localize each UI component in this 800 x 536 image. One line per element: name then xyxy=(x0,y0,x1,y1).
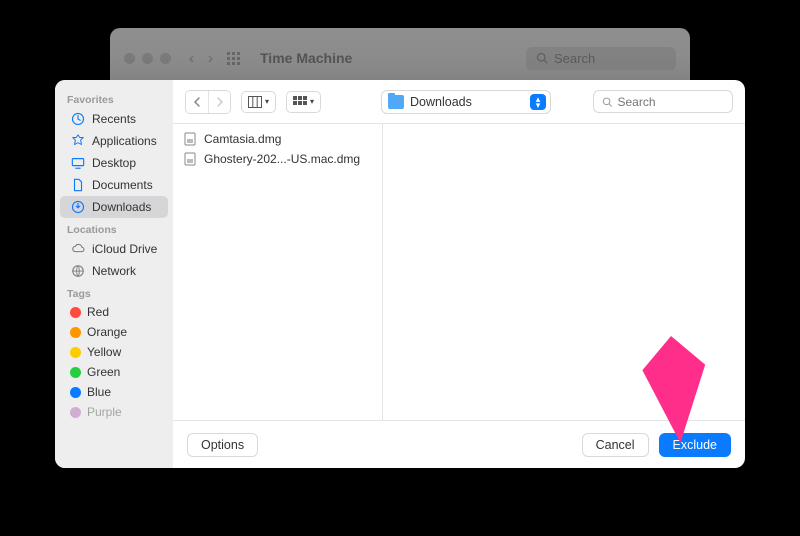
background-window: ‹ › Time Machine Search xyxy=(110,28,690,88)
file-chooser-sheet: Favorites Recents Applications Desktop xyxy=(55,80,745,468)
tag-dot-icon xyxy=(70,367,81,378)
sidebar-tag-orange[interactable]: Orange xyxy=(60,322,168,342)
clock-icon xyxy=(70,111,86,127)
file-row[interactable]: Ghostery-202...-US.mac.dmg xyxy=(173,149,382,169)
sidebar-item-desktop[interactable]: Desktop xyxy=(60,152,168,174)
file-list-column[interactable]: Camtasia.dmg Ghostery-202...-US.mac.dmg xyxy=(173,124,383,420)
globe-icon xyxy=(70,263,86,279)
dmg-file-icon xyxy=(183,131,197,147)
search-input[interactable] xyxy=(617,95,724,109)
file-browser-area: Camtasia.dmg Ghostery-202...-US.mac.dmg xyxy=(173,124,745,420)
sidebar: Favorites Recents Applications Desktop xyxy=(55,80,173,468)
location-dropdown[interactable]: Downloads ▴▾ xyxy=(381,90,551,114)
sidebar-group-favorites: Favorites xyxy=(55,88,173,108)
tag-dot-icon xyxy=(70,407,81,418)
sidebar-tag-purple[interactable]: Purple xyxy=(60,402,168,422)
main-column: ▾ ▾ Downloads ▴▾ xyxy=(173,80,745,468)
desktop-icon xyxy=(70,155,86,171)
zoom-dot xyxy=(160,53,171,64)
sidebar-item-applications[interactable]: Applications xyxy=(60,130,168,152)
file-row[interactable]: Camtasia.dmg xyxy=(173,129,382,149)
grid-icon xyxy=(227,52,240,65)
nav-back-forward xyxy=(185,90,231,114)
chevron-down-icon: ▾ xyxy=(265,97,269,106)
sidebar-item-downloads[interactable]: Downloads xyxy=(60,196,168,218)
updown-chevron-icon: ▴▾ xyxy=(530,94,546,110)
options-button[interactable]: Options xyxy=(187,433,258,457)
dmg-file-icon xyxy=(183,151,197,167)
columns-icon xyxy=(248,96,262,108)
sidebar-tag-green[interactable]: Green xyxy=(60,362,168,382)
search-field[interactable] xyxy=(593,90,733,113)
group-icon xyxy=(293,96,307,108)
back-chevron-icon: ‹ xyxy=(189,50,194,67)
sidebar-group-tags: Tags xyxy=(55,282,173,302)
close-dot xyxy=(124,53,135,64)
document-icon xyxy=(70,177,86,193)
search-icon xyxy=(536,52,548,64)
sidebar-tag-blue[interactable]: Blue xyxy=(60,382,168,402)
sidebar-item-network[interactable]: Network xyxy=(60,260,168,282)
cloud-icon xyxy=(70,241,86,257)
sidebar-tag-yellow[interactable]: Yellow xyxy=(60,342,168,362)
toolbar: ▾ ▾ Downloads ▴▾ xyxy=(173,80,745,124)
file-preview-column xyxy=(383,124,745,420)
cancel-button[interactable]: Cancel xyxy=(582,433,649,457)
exclude-button[interactable]: Exclude xyxy=(659,433,731,457)
applications-icon xyxy=(70,133,86,149)
group-by-button[interactable]: ▾ xyxy=(286,91,321,113)
tag-dot-icon xyxy=(70,347,81,358)
location-name: Downloads xyxy=(410,95,524,109)
tag-dot-icon xyxy=(70,387,81,398)
bg-window-title: Time Machine xyxy=(260,50,352,66)
nav-forward-button[interactable] xyxy=(208,91,230,113)
view-columns-button[interactable]: ▾ xyxy=(241,91,276,113)
chevron-down-icon: ▾ xyxy=(310,97,314,106)
window-traffic-lights xyxy=(124,53,171,64)
downloads-icon xyxy=(70,199,86,215)
sidebar-item-icloud[interactable]: iCloud Drive xyxy=(60,238,168,260)
sidebar-tag-red[interactable]: Red xyxy=(60,302,168,322)
tag-dot-icon xyxy=(70,307,81,318)
sidebar-item-recents[interactable]: Recents xyxy=(60,108,168,130)
sidebar-item-documents[interactable]: Documents xyxy=(60,174,168,196)
bg-nav: ‹ › Time Machine xyxy=(189,50,352,67)
footer: Options Cancel Exclude xyxy=(173,420,745,468)
folder-icon xyxy=(388,95,404,109)
tag-dot-icon xyxy=(70,327,81,338)
search-icon xyxy=(602,96,612,108)
sidebar-group-locations: Locations xyxy=(55,218,173,238)
bg-search-field: Search xyxy=(526,47,676,70)
nav-back-button[interactable] xyxy=(186,91,208,113)
minimize-dot xyxy=(142,53,153,64)
forward-chevron-icon: › xyxy=(208,50,213,67)
